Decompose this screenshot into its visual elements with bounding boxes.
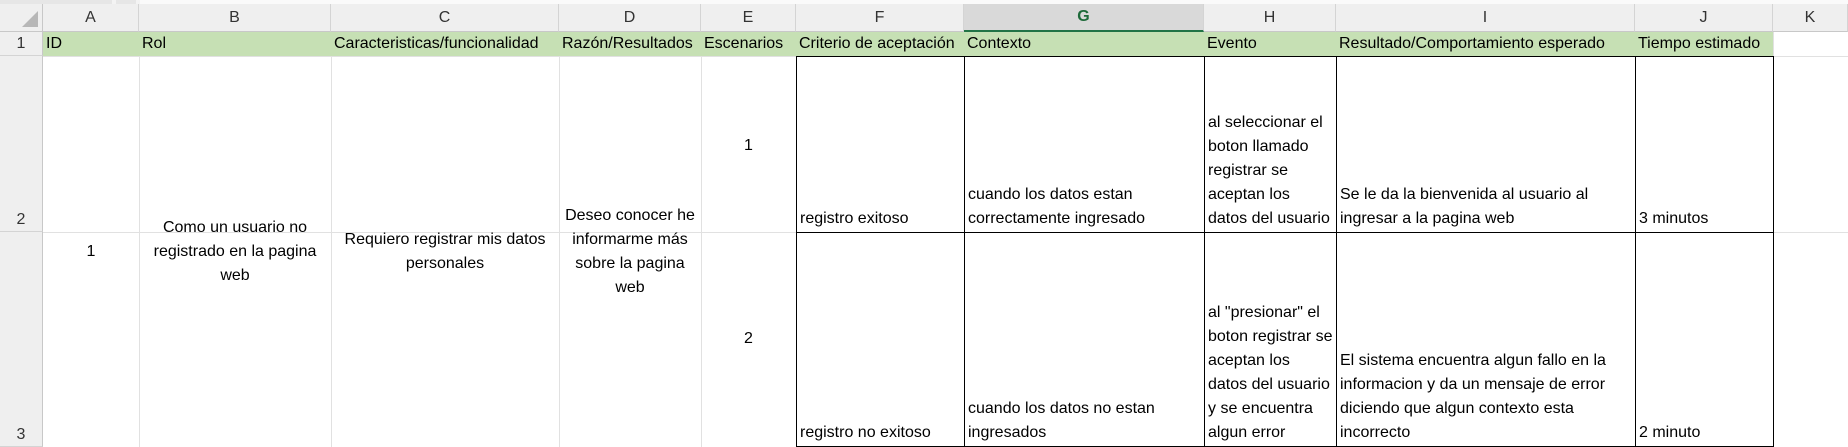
cell-evento-2[interactable]: al "presionar" el boton registrar se ace…	[1204, 232, 1337, 447]
column-header-a[interactable]: A	[43, 4, 139, 32]
select-all-corner[interactable]	[0, 4, 43, 32]
column-header-j[interactable]: J	[1635, 4, 1773, 32]
cell-criterio-2[interactable]: registro no exitoso	[796, 232, 965, 447]
column-header-e[interactable]: E	[701, 4, 796, 32]
cell-tiempo-2[interactable]: 2 minuto	[1635, 232, 1774, 447]
cell-evento-1[interactable]: al seleccionar el boton llamado registra…	[1204, 56, 1337, 233]
cell-escenario-1[interactable]: 1	[701, 56, 796, 232]
header-rol[interactable]: Rol	[139, 32, 331, 56]
cell-razon[interactable]: Deseo conocer he informarme más sobre la…	[559, 56, 701, 447]
column-header-f[interactable]: F	[796, 4, 964, 32]
cell-resultado-2[interactable]: El sistema encuentra algun fallo en la i…	[1336, 232, 1636, 447]
cell-contexto-2[interactable]: cuando los datos no estan ingresados	[964, 232, 1205, 447]
cell-contexto-1[interactable]: cuando los datos estan correctamente ing…	[964, 56, 1205, 233]
cell-caracteristicas[interactable]: Requiero registrar mis datos personales	[331, 56, 559, 447]
cell-id[interactable]: 1	[43, 56, 139, 447]
header-caracteristicas[interactable]: Caracteristicas/funcionalidad	[331, 32, 559, 56]
column-header-b[interactable]: B	[139, 4, 331, 32]
cell-escenario-2[interactable]: 2	[701, 232, 796, 447]
header-evento[interactable]: Evento	[1204, 32, 1336, 56]
cell-resultado-1[interactable]: Se le da la bienvenida al usuario al ing…	[1336, 56, 1636, 233]
header-contexto[interactable]: Contexto	[964, 32, 1204, 56]
column-header-d[interactable]: D	[559, 4, 701, 32]
header-id[interactable]: ID	[43, 32, 139, 56]
header-resultado[interactable]: Resultado/Comportamiento esperado	[1336, 32, 1635, 56]
column-header-i[interactable]: I	[1336, 4, 1635, 32]
header-escenarios[interactable]: Escenarios	[701, 32, 796, 56]
row-header-3[interactable]: 3	[0, 232, 43, 447]
column-header-c[interactable]: C	[331, 4, 559, 32]
cell-rol[interactable]: Como un usuario no registrado en la pagi…	[139, 56, 331, 447]
cell-criterio-1[interactable]: registro exitoso	[796, 56, 965, 233]
spreadsheet-grid: A B C D E F G H I J K 1 2 3 ID Rol Carac…	[0, 4, 1848, 447]
header-tiempo[interactable]: Tiempo estimado	[1635, 32, 1773, 56]
row-header-1[interactable]: 1	[0, 32, 43, 56]
column-header-g[interactable]: G	[964, 4, 1204, 32]
row-header-2[interactable]: 2	[0, 56, 43, 232]
cell-tiempo-1[interactable]: 3 minutos	[1635, 56, 1774, 233]
header-criterio[interactable]: Criterio de aceptación	[796, 32, 964, 56]
column-header-k[interactable]: K	[1773, 4, 1848, 32]
header-razon[interactable]: Razón/Resultados	[559, 32, 701, 56]
column-header-h[interactable]: H	[1204, 4, 1336, 32]
